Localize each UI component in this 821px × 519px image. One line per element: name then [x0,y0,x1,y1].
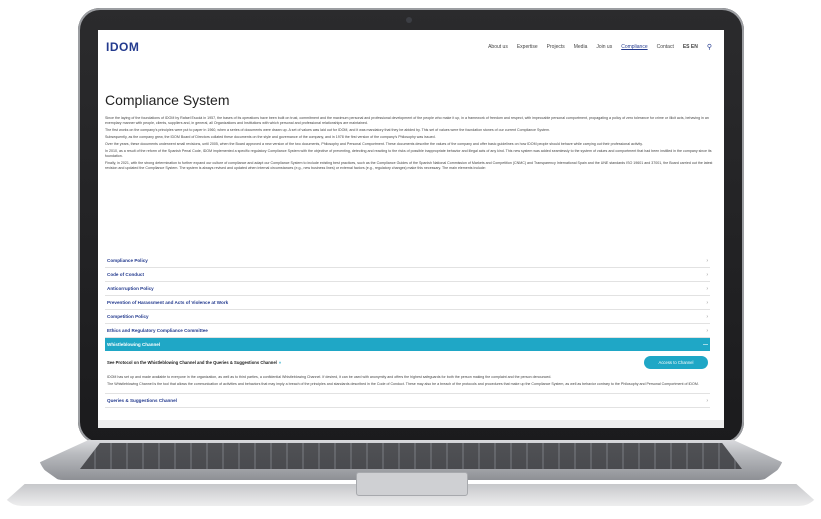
chevron-right-icon: › [706,327,708,334]
laptop-trackpad [356,472,468,496]
accordion-label: Compliance Policy [107,258,148,263]
collapse-icon: — [703,341,708,348]
chevron-right-icon: › [706,285,708,292]
nav-contact[interactable]: Contact [657,44,674,51]
accordion-label: Anticorruption Policy [107,286,154,291]
nav-join-us[interactable]: Join us [596,44,612,51]
accordion-compliance-policy[interactable]: Compliance Policy › [105,254,710,268]
nav-projects[interactable]: Projects [547,44,565,51]
footer-band [98,420,724,428]
accordion-label: Queries & Suggestions Channel [107,398,177,403]
chevron-right-icon: › [706,299,708,306]
intro-paragraph-1: Since the laying of the foundations of I… [105,116,709,125]
access-to-channel-button[interactable]: Access to Channel [644,356,708,369]
chevron-right-icon: › [706,313,708,320]
intro-paragraph-4: Over the years, these documents underwen… [105,142,643,146]
accordion-harassment-prevention[interactable]: Prevention of Harassment and Acts of Vio… [105,296,710,310]
intro-paragraph-5: In 2010, as a result of the reform of th… [105,149,712,158]
whistleblowing-text-2: The Whistleblowing Channel is the tool t… [107,382,699,386]
top-navigation: IDOM About us Expertise Projects Media J… [98,30,724,64]
accordion-label: Competition Policy [107,314,149,319]
main-nav: About us Expertise Projects Media Join u… [488,44,712,51]
accordion-label: Prevention of Harassment and Acts of Vio… [107,300,229,305]
intro-paragraph-2: The first works on the company's princip… [105,128,551,132]
camera-icon [406,17,412,23]
accordion-whistleblowing-channel[interactable]: Whistleblowing Channel — [105,338,710,351]
chevron-right-icon: › [706,257,708,264]
accordion-competition-policy[interactable]: Competition Policy › [105,310,710,324]
intro-paragraph-6: Finally, in 2021, with the strong determ… [105,161,713,170]
nav-compliance[interactable]: Compliance [621,44,647,51]
search-icon[interactable]: ⚲ [707,43,712,51]
language-switcher[interactable]: ES EN [683,44,698,51]
accordion-label: Whistleblowing Channel [107,342,161,347]
chevron-right-icon: › [706,271,708,278]
nav-about-us[interactable]: About us [488,44,508,51]
idom-logo[interactable]: IDOM [106,40,139,54]
accordion-label: Code of Conduct [107,272,144,277]
intro-paragraph-3: Subsequently, as the company grew, the I… [105,135,436,139]
chevron-right-icon: › [706,397,708,404]
page-title: Compliance System [105,92,230,108]
nav-expertise[interactable]: Expertise [517,44,538,51]
protocol-link[interactable]: See Protocol on the Whistleblowing Chann… [107,360,281,365]
accordion-queries-suggestions[interactable]: Queries & Suggestions Channel › [105,394,710,408]
laptop-screen: IDOM About us Expertise Projects Media J… [98,30,724,428]
accordion-label: Ethics and Regulatory Compliance Committ… [107,328,208,333]
intro-text: Since the laying of the foundations of I… [105,116,715,173]
nav-media[interactable]: Media [574,44,588,51]
whistleblowing-text-1: IDOM has set up and made available to ev… [107,375,552,379]
laptop-keyboard [80,443,742,469]
accordion-ethics-committee[interactable]: Ethics and Regulatory Compliance Committ… [105,324,710,338]
accordion-code-of-conduct[interactable]: Code of Conduct › [105,268,710,282]
protocol-link-text: See Protocol on the Whistleblowing Chann… [107,360,277,365]
accordion-anticorruption-policy[interactable]: Anticorruption Policy › [105,282,710,296]
whistleblowing-panel: See Protocol on the Whistleblowing Chann… [105,351,710,394]
compliance-accordion: Compliance Policy › Code of Conduct › Anti… [105,254,710,408]
double-arrow-icon: » [278,360,282,365]
